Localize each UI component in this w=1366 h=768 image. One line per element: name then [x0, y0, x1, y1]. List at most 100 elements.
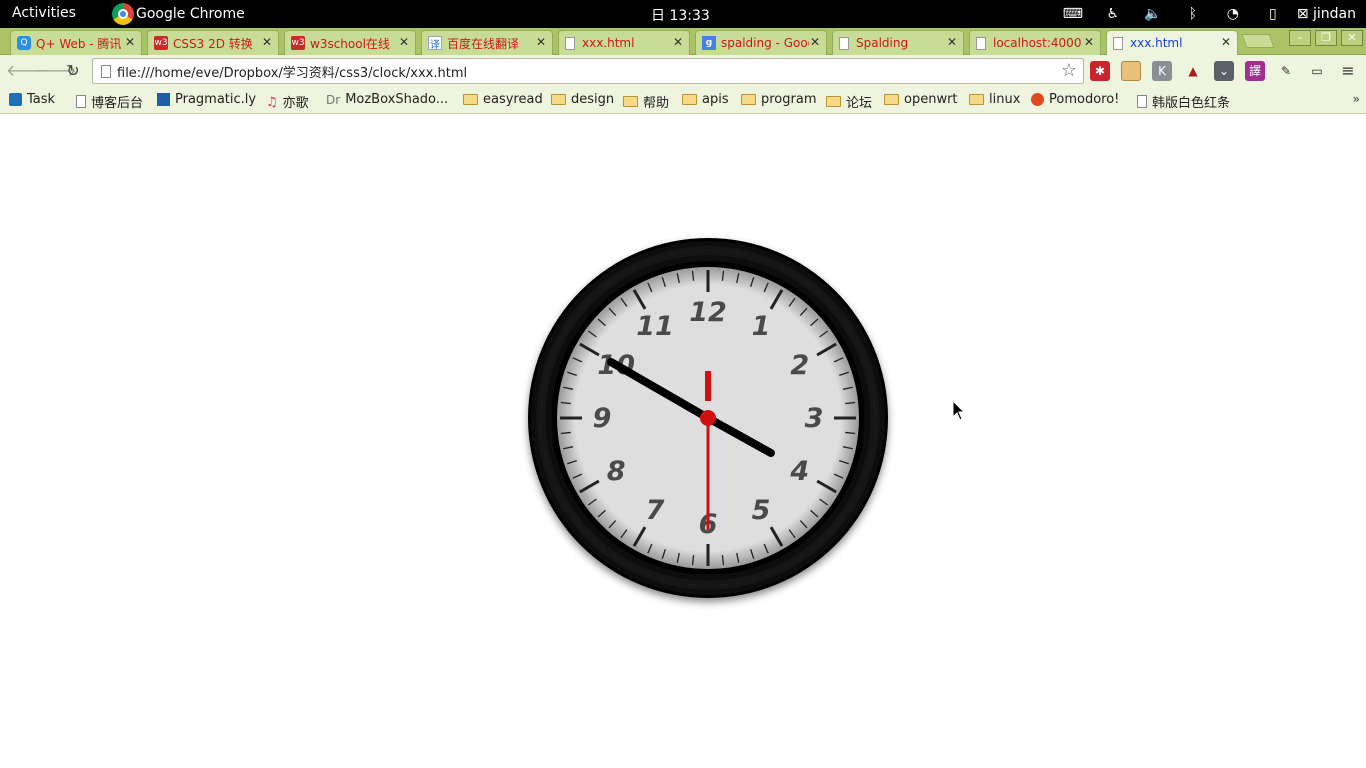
extension-sofa-icon[interactable]: ▲ — [1183, 61, 1203, 81]
bookmark-label: 论坛 — [846, 96, 873, 111]
translate-icon: 译 — [428, 36, 442, 51]
trello-icon — [9, 93, 22, 106]
bookmark-label: Pragmatic.ly — [175, 92, 257, 107]
forward-button[interactable]: 🡒 — [34, 60, 77, 82]
tab-xxx-html[interactable]: xxx.html ✕ — [558, 30, 690, 55]
back-button[interactable]: 🡐 — [6, 60, 49, 82]
keyboard-icon[interactable]: ⌨ — [1053, 6, 1093, 22]
menu-icon[interactable]: ≡ — [1338, 61, 1358, 81]
folder-icon — [969, 94, 984, 105]
bookmark-item[interactable]: 博客后台 — [76, 92, 143, 111]
close-icon[interactable]: ✕ — [536, 35, 546, 49]
close-icon[interactable]: ✕ — [262, 35, 272, 49]
bookmark-item[interactable]: Dr MozBoxShado... — [326, 92, 448, 107]
folder-icon — [884, 94, 899, 105]
volume-icon[interactable]: 🔈 — [1133, 6, 1173, 22]
app-menu[interactable]: Google Chrome — [112, 0, 245, 28]
second-hand-tail — [705, 371, 711, 401]
bookmark-folder[interactable]: openwrt — [884, 92, 958, 107]
window-close-button[interactable]: ✕ — [1341, 30, 1363, 46]
tab-title: w3school在线 — [310, 36, 390, 51]
bluetooth-icon[interactable]: ᛒ — [1173, 6, 1213, 22]
user-menu[interactable]: ⊠ jindan — [1297, 6, 1356, 22]
address-bar[interactable]: file:///home/eve/Dropbox/学习资料/css3/clock… — [92, 58, 1084, 84]
bookmark-folder[interactable]: easyread — [463, 92, 543, 107]
tab-strip: Q Q+ Web - 腾讯 ✕ w3 CSS3 2D 转换 ✕ w3 w3sch… — [0, 28, 1366, 55]
chrome-icon — [112, 3, 134, 25]
bookmark-folder[interactable]: program — [741, 92, 817, 107]
clock-numeral-2: 2 — [790, 350, 809, 381]
translate-extension-icon[interactable]: 譯 — [1245, 61, 1265, 81]
tab-title: xxx.html — [1130, 36, 1183, 50]
bookmark-folder[interactable]: linux — [969, 92, 1020, 107]
bookmark-item[interactable]: ♫ 亦歌 — [266, 92, 309, 111]
bookmark-label: Task — [27, 92, 56, 107]
close-icon[interactable]: ✕ — [399, 35, 409, 49]
close-icon[interactable]: ✕ — [1084, 35, 1094, 49]
bookmark-folder[interactable]: 帮助 — [623, 92, 669, 111]
maximize-button[interactable]: ❐ — [1315, 30, 1337, 46]
close-icon[interactable]: ✕ — [810, 35, 820, 49]
clock-numeral-9: 9 — [593, 403, 612, 434]
ruler-icon[interactable]: ▭ — [1307, 61, 1327, 81]
clock-numeral-3: 3 — [805, 403, 824, 434]
mouse-cursor-icon — [952, 400, 966, 421]
close-icon[interactable]: ✕ — [673, 35, 683, 49]
page-icon — [101, 65, 111, 78]
page-icon — [1113, 36, 1123, 50]
tab-spalding[interactable]: Spalding ✕ — [832, 30, 964, 55]
tab-baidu-translate[interactable]: 译 百度在线翻译 ✕ — [421, 30, 553, 55]
minimize-button[interactable]: – — [1289, 30, 1311, 46]
more-bookmarks-chevron-icon[interactable]: » — [1353, 92, 1360, 106]
close-icon[interactable]: ✕ — [1221, 35, 1231, 49]
bookmark-label: MozBoxShado... — [345, 92, 449, 107]
page-icon — [1137, 95, 1147, 108]
w3-icon: w3 — [154, 36, 168, 50]
bookmark-label: 帮助 — [643, 96, 670, 111]
clock-numeral-4: 4 — [789, 456, 809, 487]
tab-title: Q+ Web - 腾讯 — [36, 36, 122, 51]
clock-numeral-12: 12 — [689, 297, 727, 328]
tab-xxx-html-active[interactable]: xxx.html ✕ — [1106, 30, 1238, 55]
tab-qplus[interactable]: Q Q+ Web - 腾讯 ✕ — [10, 30, 142, 55]
qplus-icon: Q — [17, 36, 31, 50]
eyedropper-icon[interactable]: ✎ — [1276, 61, 1296, 81]
url-text: file:///home/eve/Dropbox/学习资料/css3/clock… — [117, 65, 468, 81]
new-tab-button[interactable] — [1241, 34, 1275, 48]
close-icon[interactable]: ✕ — [947, 35, 957, 49]
bookmark-folder[interactable]: apis — [682, 92, 729, 107]
clock-numeral-11: 11 — [636, 311, 674, 342]
wifi-icon[interactable]: ◔ — [1213, 6, 1253, 22]
bookmark-item[interactable]: Pomodoro! — [1031, 92, 1119, 107]
tab-title: CSS3 2D 转换 — [173, 36, 253, 51]
bookmark-folder[interactable]: design — [551, 92, 614, 107]
reload-button[interactable]: ↻ — [62, 60, 84, 82]
bookmark-label: program — [761, 92, 817, 107]
pocket-icon[interactable]: ⌄ — [1214, 61, 1234, 81]
music-icon: ♫ — [266, 95, 278, 110]
tab-css3[interactable]: w3 CSS3 2D 转换 ✕ — [147, 30, 279, 55]
bookmarks-bar: Task 博客后台 Pragmatic.ly ♫ 亦歌 Dr MozBoxShado… — [0, 88, 1366, 114]
extension-k-icon[interactable]: K — [1152, 61, 1172, 81]
bookmark-folder[interactable]: 论坛 — [826, 92, 872, 111]
extension-notebook-icon[interactable] — [1121, 61, 1141, 81]
tab-localhost[interactable]: localhost:4000/ ✕ — [969, 30, 1101, 55]
browser-toolbar: 🡐 🡒 ↻ file:///home/eve/Dropbox/学习资料/css3… — [0, 55, 1366, 88]
system-clock[interactable]: 日 13:33 — [651, 5, 710, 25]
extension-red-icon[interactable]: ✱ — [1090, 61, 1110, 81]
bookmark-star-icon[interactable]: ☆ — [1061, 60, 1077, 81]
bookmark-item[interactable]: Pragmatic.ly — [157, 92, 256, 107]
activities-button[interactable]: Activities — [12, 5, 76, 21]
close-icon[interactable]: ✕ — [125, 35, 135, 49]
tab-title: xxx.html — [582, 36, 635, 50]
accessibility-icon[interactable]: ♿ — [1093, 6, 1133, 22]
battery-icon[interactable]: ▯ — [1253, 6, 1293, 22]
tomato-icon — [1031, 93, 1044, 106]
system-tray: ⌨ ♿ 🔈 ᛒ ◔ ▯ ⊠ jindan — [1053, 0, 1356, 28]
bookmark-label: easyread — [483, 92, 543, 107]
tab-spalding-google[interactable]: g spalding - Goog ✕ — [695, 30, 827, 55]
bookmark-item[interactable]: Task — [9, 92, 55, 107]
bookmark-item[interactable]: 韩版白色红条 — [1137, 92, 1230, 111]
tab-w3school[interactable]: w3 w3school在线 ✕ — [284, 30, 416, 55]
bookmark-label: 亦歌 — [282, 96, 309, 111]
